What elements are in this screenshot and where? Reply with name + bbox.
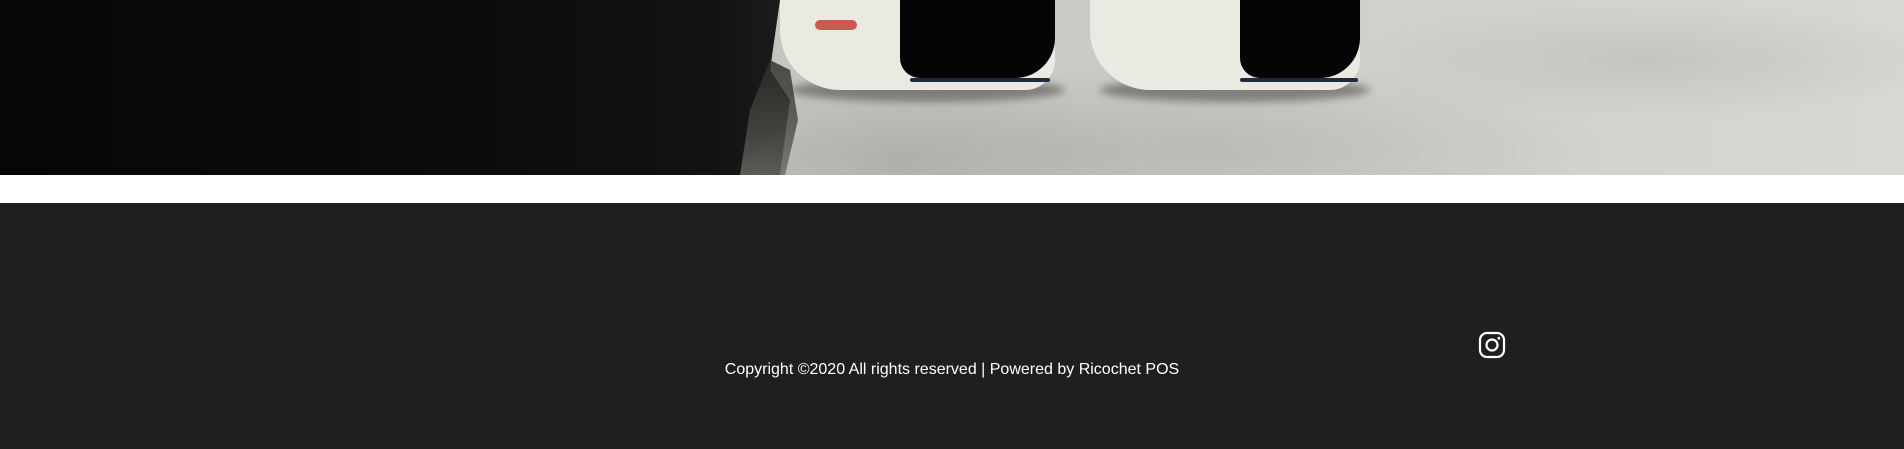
page: Copyright ©2020 All rights reserved | Po…: [0, 0, 1904, 449]
section-separator: [0, 175, 1904, 203]
instagram-link[interactable]: [1477, 330, 1507, 360]
right-shoe: [1090, 0, 1370, 102]
copyright-text: Copyright ©2020 All rights reserved | Po…: [724, 361, 1180, 378]
hero-image: [0, 0, 1904, 175]
footer: Copyright ©2020 All rights reserved | Po…: [0, 203, 1904, 449]
wall-shadow: [0, 0, 790, 175]
left-shoe: [780, 0, 1065, 102]
instagram-icon: [1477, 330, 1507, 360]
